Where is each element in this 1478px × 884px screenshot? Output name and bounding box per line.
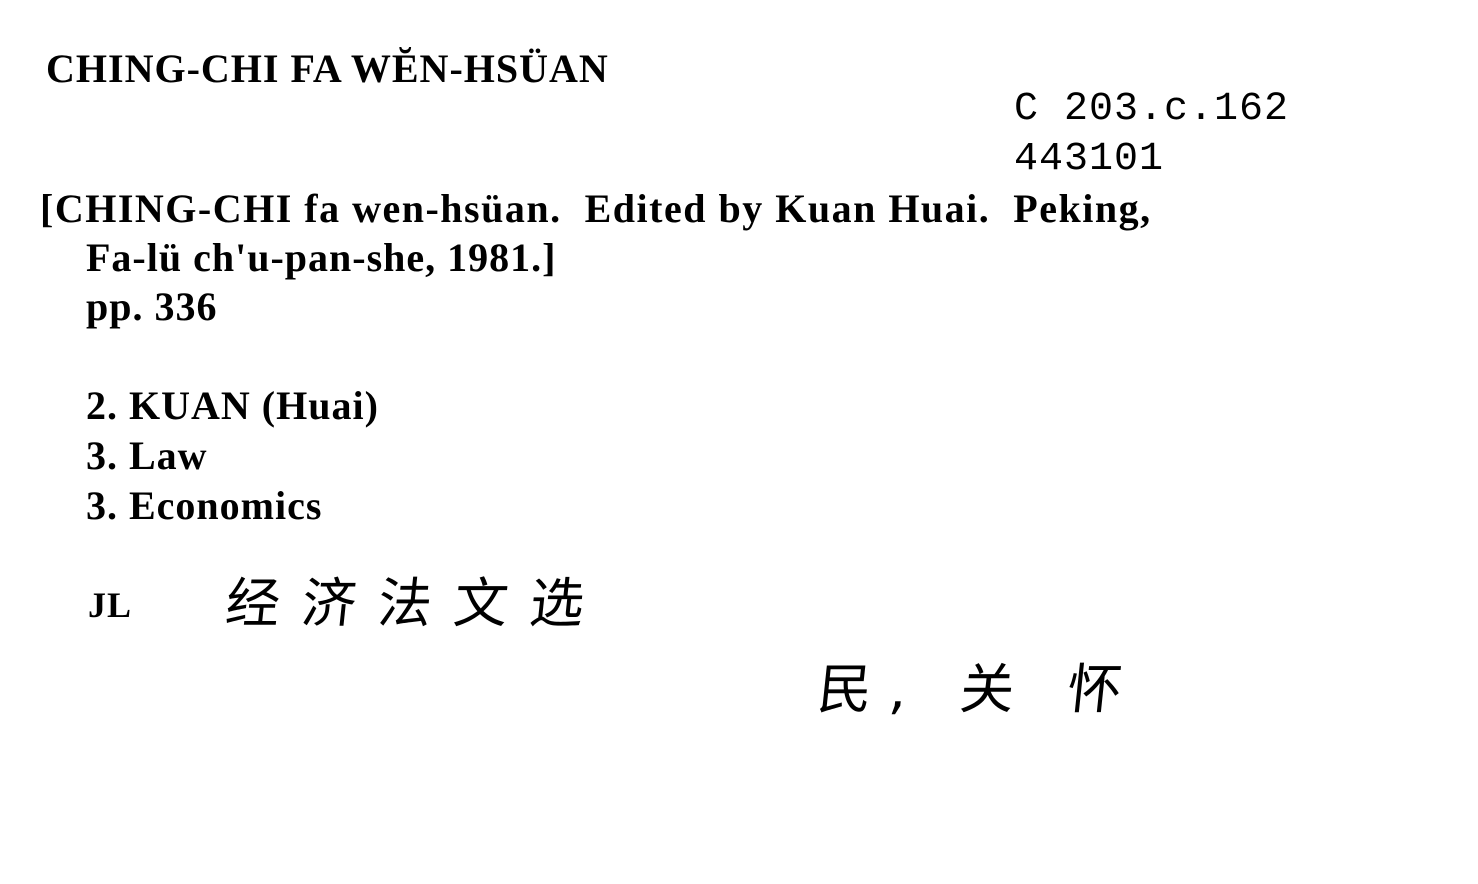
accession-number: 443101: [1014, 137, 1165, 182]
added-entry: 3. Economics: [86, 483, 323, 528]
added-entry: 3. Law: [86, 433, 208, 478]
added-entry: 2. KUAN (Huai): [86, 383, 379, 428]
chinese-author-handwritten: 民, 关 怀: [814, 658, 1143, 721]
imprint-line-2: Fa-lü ch'u-pan-she, 1981.]: [86, 235, 557, 280]
cataloguer-initials: JL: [88, 585, 133, 625]
card-heading: CHING-CHI FA WĔN-HSÜAN: [46, 46, 609, 91]
catalogue-card: CHING-CHI FA WĔN-HSÜAN C 203.c.162 44310…: [0, 0, 1478, 884]
imprint-line-1: [CHING-CHI fa wen-hsüan. Edited by Kuan …: [40, 186, 1152, 231]
pagination: pp. 336: [86, 284, 218, 329]
chinese-title-handwritten: 经济法文选: [222, 572, 610, 635]
shelfmark: C 203.c.162: [1014, 87, 1290, 132]
